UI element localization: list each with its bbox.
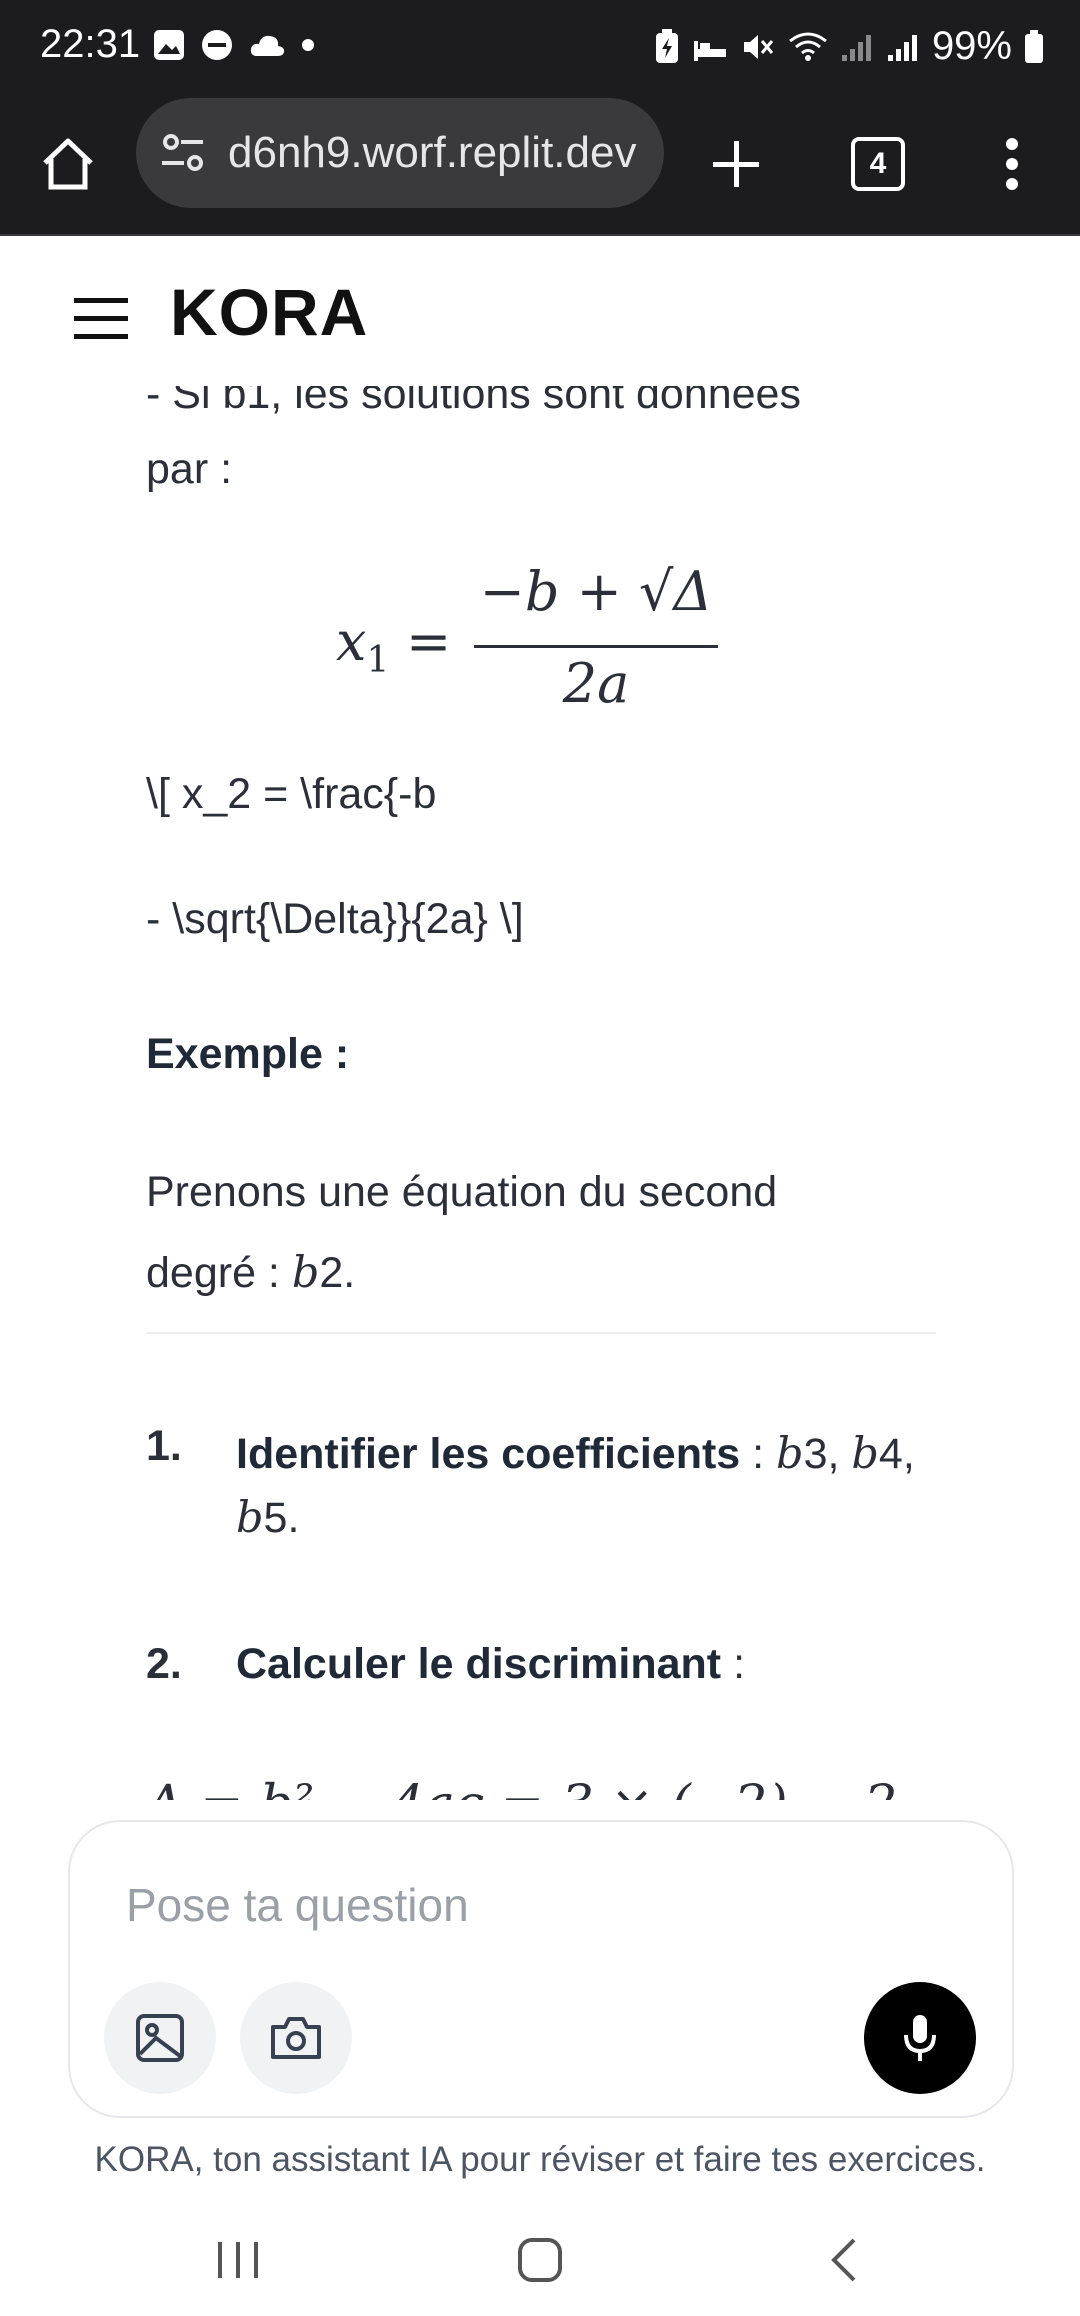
new-tab-button[interactable] xyxy=(692,120,780,208)
question-input[interactable]: Pose ta question xyxy=(126,1878,469,1932)
battery-icon xyxy=(1025,29,1043,63)
formula-numerator: −b + √Δ xyxy=(479,560,713,623)
recents-icon xyxy=(218,2242,258,2278)
list-item-2-number: 2. xyxy=(146,1640,182,1688)
gallery-icon xyxy=(154,30,184,60)
system-icons: 99% xyxy=(654,24,1044,69)
notification-icons xyxy=(152,28,316,62)
app-header: KORA xyxy=(0,236,1080,386)
home-nav-icon xyxy=(518,2238,562,2282)
signal-icon-1 xyxy=(841,34,871,61)
image-upload-button[interactable] xyxy=(104,1982,216,2094)
home-button[interactable] xyxy=(24,120,112,208)
list-item-2: Calculer le discriminant : xyxy=(236,1640,746,1688)
recents-button[interactable] xyxy=(198,2230,278,2290)
image-icon xyxy=(136,2014,184,2062)
raw-latex-line-2: - \sqrt{\Delta}}{2a} \] xyxy=(146,895,524,943)
tab-count: 4 xyxy=(869,147,887,180)
system-navigation-bar xyxy=(0,2200,1080,2316)
more-vert-icon xyxy=(1006,138,1018,190)
par-text: par : xyxy=(146,445,233,493)
back-icon xyxy=(831,2238,856,2282)
assistant-footer-note: KORA, ton assistant IA pour réviser et f… xyxy=(94,2140,986,2179)
raw-latex-line-1: \[ x_2 = \frac{-b xyxy=(146,770,437,818)
dnd-icon xyxy=(202,30,232,60)
tab-switcher-button[interactable]: 4 xyxy=(834,120,922,208)
sleep-icon xyxy=(693,40,726,61)
mute-icon xyxy=(743,34,774,59)
plus-icon xyxy=(713,141,759,187)
cloud-icon xyxy=(250,35,285,56)
browser-toolbar: d6nh9.worf.replit.dev 4 xyxy=(0,96,1080,237)
browser-menu-button[interactable] xyxy=(968,120,1056,208)
mic-icon xyxy=(904,2015,936,2061)
fraction-bar xyxy=(474,645,718,648)
formula-lhs: x xyxy=(336,610,367,673)
dot-icon xyxy=(302,39,314,51)
example-heading: Exemple : xyxy=(146,1030,350,1078)
status-time: 22:31 xyxy=(40,22,141,66)
home-nav-button[interactable] xyxy=(500,2230,580,2290)
formula-denominator: 2a xyxy=(562,652,630,715)
battery-saver-icon xyxy=(655,28,678,63)
wifi-icon xyxy=(789,32,827,61)
clipped-bottom-formula: Δ = b² − 4ac = 3 × (−2) − 2 × 1 xyxy=(146,1775,936,1800)
app-brand: KORA xyxy=(170,275,369,349)
example-text-1: Prenons une équation du second xyxy=(146,1168,778,1216)
divider xyxy=(146,1332,936,1334)
example-text-2: degré : b2. xyxy=(146,1248,356,1298)
camera-icon xyxy=(271,2017,321,2059)
hamburger-menu-icon[interactable] xyxy=(70,286,134,350)
microphone-button[interactable] xyxy=(864,1982,976,2094)
home-icon xyxy=(43,138,93,190)
url-text: d6nh9.worf.replit.dev xyxy=(228,128,637,177)
formula-sub: 1 xyxy=(366,639,390,681)
chat-content: - Si b1, les solutions sont données par … xyxy=(146,360,936,1800)
list-item-1: Identifier les coefficients : b3, b4, b5. xyxy=(236,1429,915,1543)
list-item-1-number: 1. xyxy=(146,1422,182,1470)
battery-percent: 99% xyxy=(931,24,1012,68)
question-composer[interactable]: Pose ta question xyxy=(68,1820,1014,2118)
tab-count-box: 4 xyxy=(851,137,905,191)
status-bar: 22:31 99% xyxy=(0,0,1080,96)
back-button[interactable] xyxy=(804,2230,884,2290)
site-settings-icon[interactable] xyxy=(158,128,208,178)
formula-x1: x1 = −b + √Δ 2a xyxy=(336,560,896,715)
signal-icon-2 xyxy=(887,34,917,61)
address-bar[interactable]: d6nh9.worf.replit.dev xyxy=(136,98,664,208)
equals-sign: = xyxy=(406,610,452,673)
camera-button[interactable] xyxy=(240,1982,352,2094)
